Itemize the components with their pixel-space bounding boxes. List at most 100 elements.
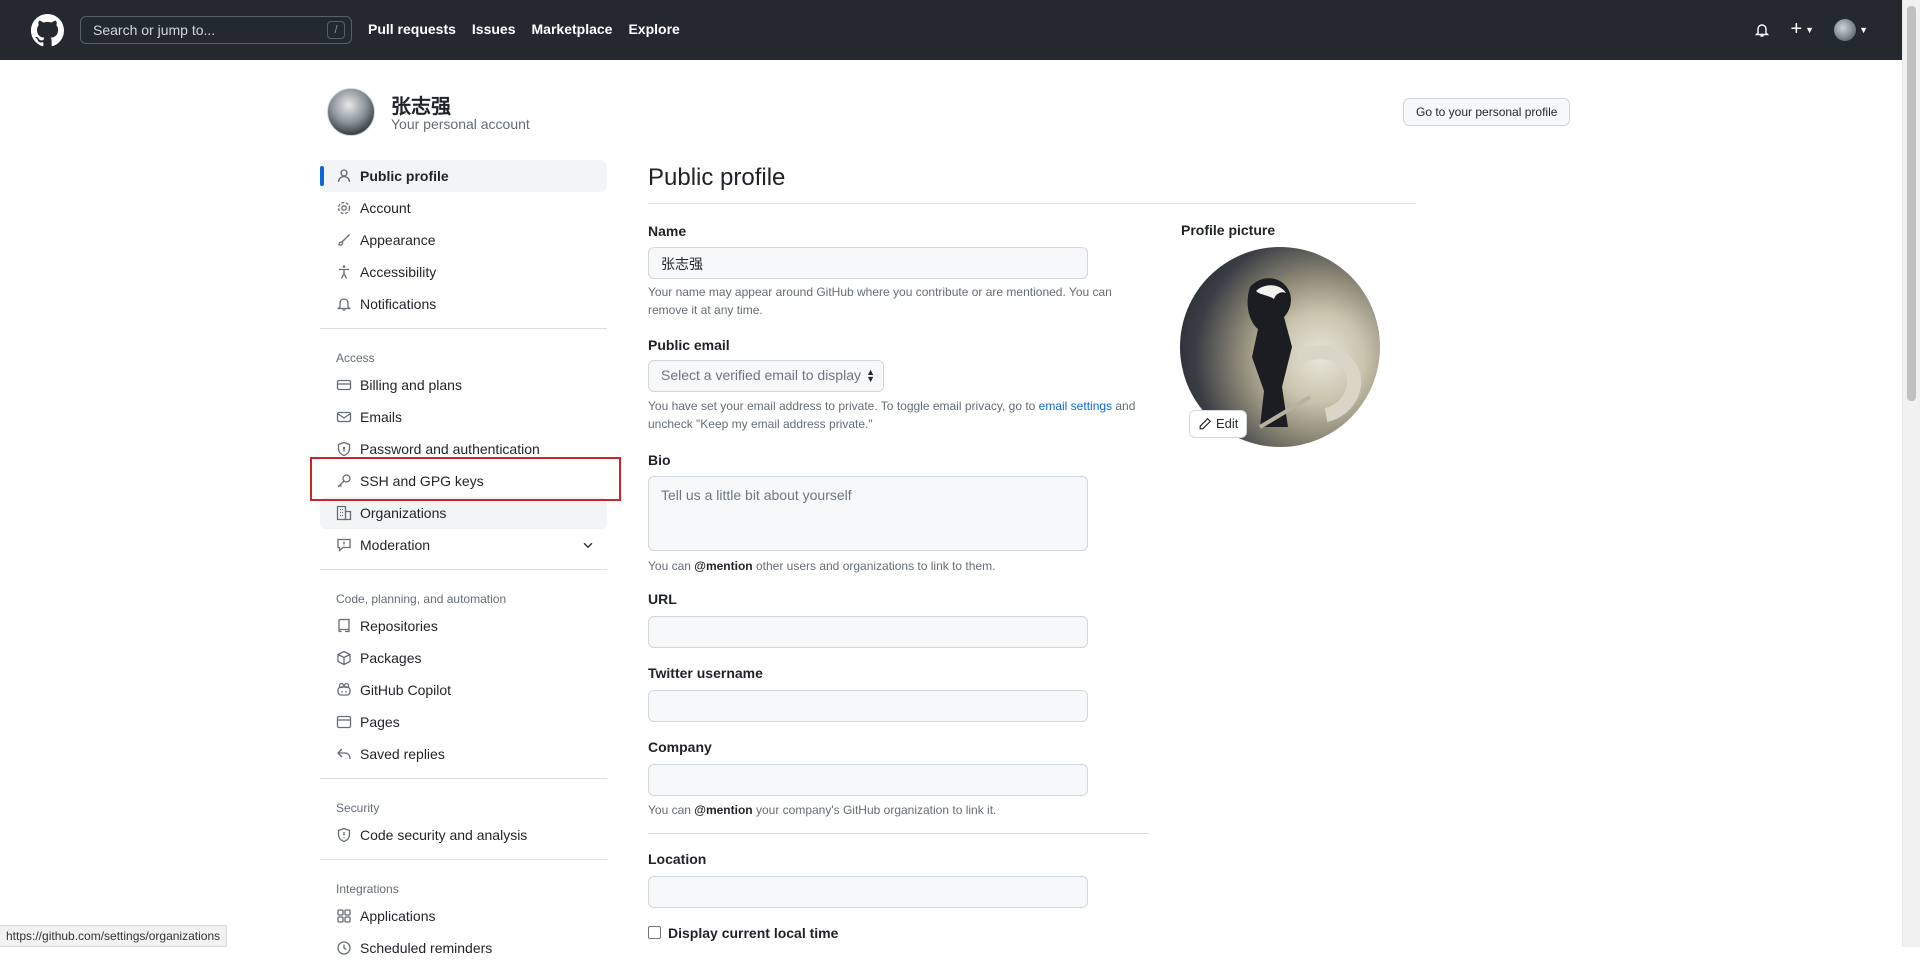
clock-icon xyxy=(336,940,352,956)
edit-picture-button[interactable]: Edit xyxy=(1189,410,1248,438)
top-header: Search or jump to... / Pull requests Iss… xyxy=(0,0,1902,60)
avatar xyxy=(1834,18,1857,41)
email-note-text-1: You have set your email address to priva… xyxy=(648,399,1039,413)
browser-icon xyxy=(336,714,352,730)
edit-label: Edit xyxy=(1216,416,1239,431)
sidebar-item-billing[interactable]: Billing and plans xyxy=(320,369,607,401)
sidebar-item-code-security[interactable]: Code security and analysis xyxy=(320,819,607,851)
search-placeholder: Search or jump to... xyxy=(93,22,216,38)
sidebar-item-label: GitHub Copilot xyxy=(360,682,452,698)
sidebar-item-scheduled-reminders[interactable]: Scheduled reminders xyxy=(320,932,607,964)
sidebar-item-emails[interactable]: Emails xyxy=(320,401,607,433)
sidebar-item-appearance[interactable]: Appearance xyxy=(320,224,607,256)
sidebar-divider xyxy=(320,859,607,860)
nav-marketplace[interactable]: Marketplace xyxy=(532,21,613,37)
sidebar-item-organizations[interactable]: Organizations xyxy=(320,497,607,529)
public-email-selected: Select a verified email to display xyxy=(661,367,861,383)
apps-icon xyxy=(336,908,352,924)
page-title: Public profile xyxy=(648,164,786,191)
account-subtitle: Your personal account xyxy=(391,116,530,132)
company-note-text-2: your company's GitHub organization to li… xyxy=(752,803,997,817)
sidebar-item-label: Scheduled reminders xyxy=(360,940,493,956)
sidebar-heading-access: Access xyxy=(336,351,375,365)
sidebar-heading-integrations: Integrations xyxy=(336,882,399,896)
bio-placeholder: Tell us a little bit about yourself xyxy=(661,487,852,503)
sidebar-item-saved-replies[interactable]: Saved replies xyxy=(320,738,607,770)
sidebar-item-account[interactable]: Account xyxy=(320,192,607,224)
header-actions: + ▼ ▼ xyxy=(1754,18,1868,41)
sidebar-item-accessibility[interactable]: Accessibility xyxy=(320,256,607,288)
create-new-button[interactable]: + ▼ xyxy=(1790,18,1814,41)
go-to-profile-button[interactable]: Go to your personal profile xyxy=(1403,98,1571,126)
sidebar-item-label: Repositories xyxy=(360,618,438,634)
sidebar-item-label: Organizations xyxy=(360,505,447,521)
bell-icon[interactable] xyxy=(1754,22,1770,38)
sidebar-item-moderation[interactable]: Moderation xyxy=(320,529,607,561)
sidebar-item-pages[interactable]: Pages xyxy=(320,706,607,738)
bell-icon xyxy=(336,296,352,312)
gear-icon xyxy=(336,200,352,216)
public-email-select[interactable]: Select a verified email to display ▲ ▼ xyxy=(648,360,884,392)
accessibility-icon xyxy=(336,264,352,280)
settings-sidebar: Public profile Account Appearance Access… xyxy=(320,160,607,964)
report-icon xyxy=(336,537,352,553)
sidebar-item-applications[interactable]: Applications xyxy=(320,900,607,932)
bio-note-text-1: You can xyxy=(648,559,695,573)
company-input[interactable] xyxy=(648,764,1088,796)
sidebar-item-packages[interactable]: Packages xyxy=(320,642,607,674)
bio-label: Bio xyxy=(648,452,671,468)
credit-card-icon xyxy=(336,377,352,393)
sidebar-item-label: Applications xyxy=(360,908,436,924)
twitter-label: Twitter username xyxy=(648,665,763,681)
twitter-input[interactable] xyxy=(648,690,1088,722)
email-settings-link[interactable]: email settings xyxy=(1039,399,1112,413)
location-input[interactable] xyxy=(648,876,1088,908)
sidebar-item-label: Password and authentication xyxy=(360,441,540,457)
local-time-label: Display current local time xyxy=(668,925,839,941)
sidebar-item-label: Billing and plans xyxy=(360,377,462,393)
sidebar-item-label: Code security and analysis xyxy=(360,827,528,843)
nav-pull-requests[interactable]: Pull requests xyxy=(368,21,456,37)
mail-icon xyxy=(336,409,352,425)
nav-explore[interactable]: Explore xyxy=(628,21,679,37)
github-logo-icon[interactable] xyxy=(31,14,64,47)
sidebar-item-public-profile[interactable]: Public profile xyxy=(320,160,607,192)
user-menu-button[interactable]: ▼ xyxy=(1834,18,1868,41)
organization-icon xyxy=(336,505,352,521)
sidebar-divider xyxy=(320,778,607,779)
name-note: Your name may appear around GitHub where… xyxy=(648,285,1112,317)
company-note-text-1: You can xyxy=(648,803,695,817)
url-input[interactable] xyxy=(648,616,1088,648)
reply-icon xyxy=(336,746,352,762)
sidebar-item-repositories[interactable]: Repositories xyxy=(320,610,607,642)
search-shortcut-badge: / xyxy=(327,21,345,39)
sidebar-divider xyxy=(320,328,607,329)
sidebar-divider xyxy=(320,569,607,570)
company-label: Company xyxy=(648,739,712,755)
page-scrollbar[interactable] xyxy=(1902,0,1920,947)
bio-note: You can @mention other users and organiz… xyxy=(648,557,1088,575)
sidebar-item-notifications[interactable]: Notifications xyxy=(320,288,607,320)
section-divider xyxy=(648,833,1149,834)
copilot-icon xyxy=(336,682,352,698)
scrollbar-thumb[interactable] xyxy=(1907,6,1916,401)
sidebar-item-label: Moderation xyxy=(360,537,431,553)
pencil-icon xyxy=(1199,417,1212,430)
nav-issues[interactable]: Issues xyxy=(472,21,516,37)
chevron-down-icon[interactable] xyxy=(581,538,595,552)
sidebar-item-label: Public profile xyxy=(360,168,449,184)
local-time-checkbox[interactable] xyxy=(648,926,661,939)
bio-note-mention: @mention xyxy=(694,559,753,573)
browser-status-url: https://github.com/settings/organization… xyxy=(0,925,228,947)
profile-picture-label: Profile picture xyxy=(1181,222,1276,238)
company-note-mention: @mention xyxy=(694,803,753,817)
search-input[interactable]: Search or jump to... / xyxy=(80,16,352,44)
sidebar-item-label: Packages xyxy=(360,650,422,666)
paintbrush-icon xyxy=(336,232,352,248)
bio-textarea[interactable]: Tell us a little bit about yourself xyxy=(648,476,1088,551)
sidebar-item-copilot[interactable]: GitHub Copilot xyxy=(320,674,607,706)
select-arrows-icon: ▲ ▼ xyxy=(866,367,875,384)
name-input[interactable]: 张志强 xyxy=(648,247,1088,279)
shield-icon xyxy=(336,827,352,843)
highlight-box xyxy=(310,457,621,501)
